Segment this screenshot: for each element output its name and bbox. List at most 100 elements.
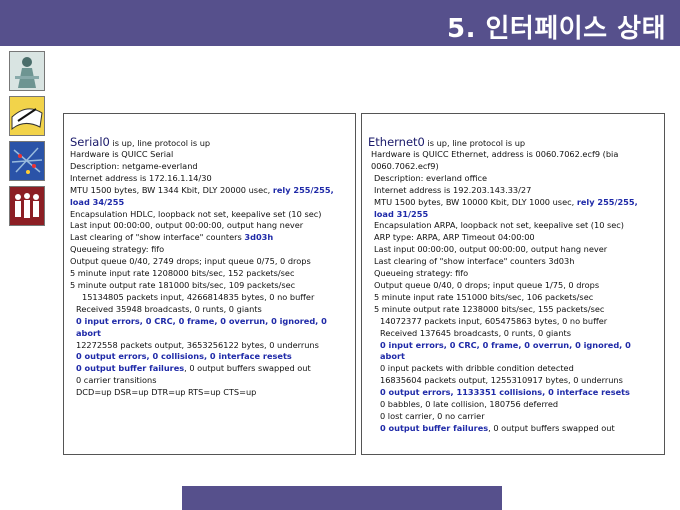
output-line: 0 output errors, 1133351 collisions, 0 i… bbox=[368, 387, 658, 399]
line-text: Last clearing of "show interface" counte… bbox=[70, 232, 245, 243]
highlighted-text: 0 output errors, 1133351 collisions, 0 i… bbox=[380, 387, 630, 398]
line-text: 5 minute output rate 181000 bits/sec, 10… bbox=[70, 279, 296, 290]
line-text: MTU 1500 bytes, BW 1344 Kbit, DLY 20000 … bbox=[70, 184, 273, 195]
line-text: Internet address is 172.16.1.14/30 bbox=[70, 172, 212, 183]
line-text: Last clearing of "show interface" counte… bbox=[374, 256, 575, 267]
output-line: Encapsulation HDLC, loopback not set, ke… bbox=[70, 209, 349, 221]
line-text: Last input 00:00:00, output 00:00:00, ou… bbox=[374, 244, 608, 255]
output-line: MTU 1500 bytes, BW 1344 Kbit, DLY 20000 … bbox=[70, 185, 349, 209]
output-line: Last clearing of "show interface" counte… bbox=[368, 256, 658, 268]
highlighted-text: 0 output buffer failures bbox=[76, 363, 185, 374]
line-text: Hardware is QUICC Serial bbox=[70, 149, 174, 159]
line-text: , 0 output buffers swapped out bbox=[488, 422, 615, 433]
line-text: 12272558 packets output, 3653256122 byte… bbox=[76, 339, 319, 350]
line-text: Received 137645 broadcasts, 0 runts, 0 g… bbox=[380, 327, 571, 338]
title-bar: 5. 인터페이스 상태 bbox=[0, 0, 680, 46]
line-text: Last input 00:00:00, output 00:00:00, ou… bbox=[70, 220, 304, 231]
output-line: 0 carrier transitions bbox=[70, 375, 349, 387]
output-line: ARP type: ARPA, ARP Timeout 04:00:00 bbox=[368, 232, 658, 244]
line-text: Output queue 0/40, 2749 drops; input que… bbox=[70, 256, 311, 267]
output-line: Hardware is QUICC Serial bbox=[70, 149, 349, 161]
line-text: 5 minute output rate 1238000 bits/sec, 1… bbox=[374, 303, 605, 314]
output-line: Last input 00:00:00, output 00:00:00, ou… bbox=[70, 220, 349, 232]
highlighted-text: 0 output errors, 0 collisions, 0 interfa… bbox=[76, 351, 292, 362]
output-line: 12272558 packets output, 3653256122 byte… bbox=[70, 340, 349, 352]
serial-interface-panel: Serial0 is up, line protocol is up Hardw… bbox=[63, 113, 356, 455]
output-line: Queueing strategy: fifo bbox=[70, 244, 349, 256]
line-text: Description: netgame-everland bbox=[70, 160, 198, 171]
output-line: Description: everland office bbox=[368, 173, 658, 185]
line-text: 0 lost carrier, 0 no carrier bbox=[380, 410, 485, 421]
line-text: 0 babbles, 0 late collision, 180756 defe… bbox=[380, 399, 559, 410]
highlighted-text: 0 input errors, 0 CRC, 0 frame, 0 overru… bbox=[76, 315, 327, 338]
line-text: 16835604 packets output, 1255310917 byte… bbox=[380, 375, 623, 386]
line-text: Encapsulation HDLC, loopback not set, ke… bbox=[70, 208, 322, 219]
output-line: Description: netgame-everland bbox=[70, 161, 349, 173]
ethernet-status-line: Ethernet0 is up, line protocol is up bbox=[368, 136, 658, 149]
line-text: Output queue 0/40, 0 drops; input queue … bbox=[374, 279, 600, 290]
output-line: 0 babbles, 0 late collision, 180756 defe… bbox=[368, 399, 658, 411]
output-line: Internet address is 172.16.1.14/30 bbox=[70, 173, 349, 185]
output-line: Received 137645 broadcasts, 0 runts, 0 g… bbox=[368, 328, 658, 340]
highlighted-text: 0 input errors, 0 CRC, 0 frame, 0 overru… bbox=[380, 339, 631, 362]
output-line: 0 input packets with dribble condition d… bbox=[368, 363, 658, 375]
line-text: Internet address is 192.203.143.33/27 bbox=[374, 184, 532, 195]
line-text: Encapsulation ARPA, loopback not set, ke… bbox=[374, 220, 625, 231]
line-text: 14072377 packets input, 605475863 bytes,… bbox=[380, 315, 608, 326]
network-map-icon bbox=[9, 141, 45, 181]
line-text: 15134805 packets input, 4266814835 bytes… bbox=[82, 291, 315, 302]
output-line: Last input 00:00:00, output 00:00:00, ou… bbox=[368, 244, 658, 256]
serial-output-lines: Hardware is QUICC Serial Description: net… bbox=[70, 149, 349, 399]
output-line: MTU 1500 bytes, BW 10000 Kbit, DLY 1000 … bbox=[368, 197, 658, 221]
output-line: 0 output buffer failures, 0 output buffe… bbox=[368, 423, 658, 435]
line-text: 5 minute input rate 151000 bits/sec, 106… bbox=[374, 291, 594, 302]
line-text: 5 minute input rate 1208000 bits/sec, 15… bbox=[70, 268, 295, 279]
output-line: Output queue 0/40, 0 drops; input queue … bbox=[368, 280, 658, 292]
output-line: Hardware is QUICC Ethernet, address is 0… bbox=[368, 149, 658, 173]
output-line: 0 output buffer failures, 0 output buffe… bbox=[70, 363, 349, 375]
output-line: Last clearing of "show interface" counte… bbox=[70, 232, 349, 244]
output-line: 14072377 packets input, 605475863 bytes,… bbox=[368, 316, 658, 328]
output-line: 5 minute input rate 1208000 bits/sec, 15… bbox=[70, 268, 349, 280]
line-text: , 0 output buffers swapped out bbox=[184, 363, 311, 374]
line-text: 0 carrier transitions bbox=[76, 375, 157, 386]
line-text: Hardware is QUICC Ethernet, address is 0… bbox=[371, 149, 619, 171]
slide-title: 5. 인터페이스 상태 bbox=[446, 14, 666, 44]
writing-hand-icon bbox=[9, 96, 45, 136]
serial-interface-name: Serial0 bbox=[70, 135, 110, 149]
ethernet-status: is up, line protocol is up bbox=[424, 138, 526, 148]
line-text: 0 input packets with dribble condition d… bbox=[380, 363, 574, 374]
highlighted-text: 3d03h bbox=[244, 232, 274, 243]
line-text: Queueing strategy: fifo bbox=[374, 268, 469, 279]
line-text: Description: everland office bbox=[374, 172, 488, 183]
output-line: 0 input errors, 0 CRC, 0 frame, 0 overru… bbox=[368, 340, 658, 364]
group-people-icon bbox=[9, 186, 45, 226]
output-line: Received 35948 broadcasts, 0 runts, 0 gi… bbox=[70, 304, 349, 316]
ethernet-interface-name: Ethernet0 bbox=[368, 135, 425, 149]
line-text: DCD=up DSR=up DTR=up RTS=up CTS=up bbox=[76, 387, 257, 398]
output-line: 5 minute input rate 151000 bits/sec, 106… bbox=[368, 292, 658, 304]
output-line: 5 minute output rate 181000 bits/sec, 10… bbox=[70, 280, 349, 292]
line-text: ARP type: ARPA, ARP Timeout 04:00:00 bbox=[374, 232, 535, 243]
serial-status: is up, line protocol is up bbox=[109, 138, 211, 148]
output-line: 0 lost carrier, 0 no carrier bbox=[368, 411, 658, 423]
line-text: Queueing strategy: fifo bbox=[70, 244, 165, 255]
line-text: Received 35948 broadcasts, 0 runts, 0 gi… bbox=[76, 303, 262, 314]
footer-bar bbox=[182, 486, 502, 510]
highlighted-text: 0 output buffer failures bbox=[380, 422, 489, 433]
output-line: Encapsulation ARPA, loopback not set, ke… bbox=[368, 220, 658, 232]
output-line: 0 output errors, 0 collisions, 0 interfa… bbox=[70, 351, 349, 363]
output-line: Output queue 0/40, 2749 drops; input que… bbox=[70, 256, 349, 268]
output-line: 15134805 packets input, 4266814835 bytes… bbox=[70, 292, 349, 304]
output-line: 0 input errors, 0 CRC, 0 frame, 0 overru… bbox=[70, 316, 349, 340]
people-meeting-icon bbox=[9, 51, 45, 91]
output-line: DCD=up DSR=up DTR=up RTS=up CTS=up bbox=[70, 387, 349, 399]
serial-status-line: Serial0 is up, line protocol is up bbox=[70, 136, 349, 149]
output-line: Internet address is 192.203.143.33/27 bbox=[368, 185, 658, 197]
line-text: MTU 1500 bytes, BW 10000 Kbit, DLY 1000 … bbox=[374, 196, 577, 207]
output-line: Queueing strategy: fifo bbox=[368, 268, 658, 280]
output-line: 16835604 packets output, 1255310917 byte… bbox=[368, 375, 658, 387]
ethernet-interface-panel: Ethernet0 is up, line protocol is up Har… bbox=[361, 113, 665, 455]
output-line: 5 minute output rate 1238000 bits/sec, 1… bbox=[368, 304, 658, 316]
ethernet-output-lines: Hardware is QUICC Ethernet, address is 0… bbox=[368, 149, 658, 435]
